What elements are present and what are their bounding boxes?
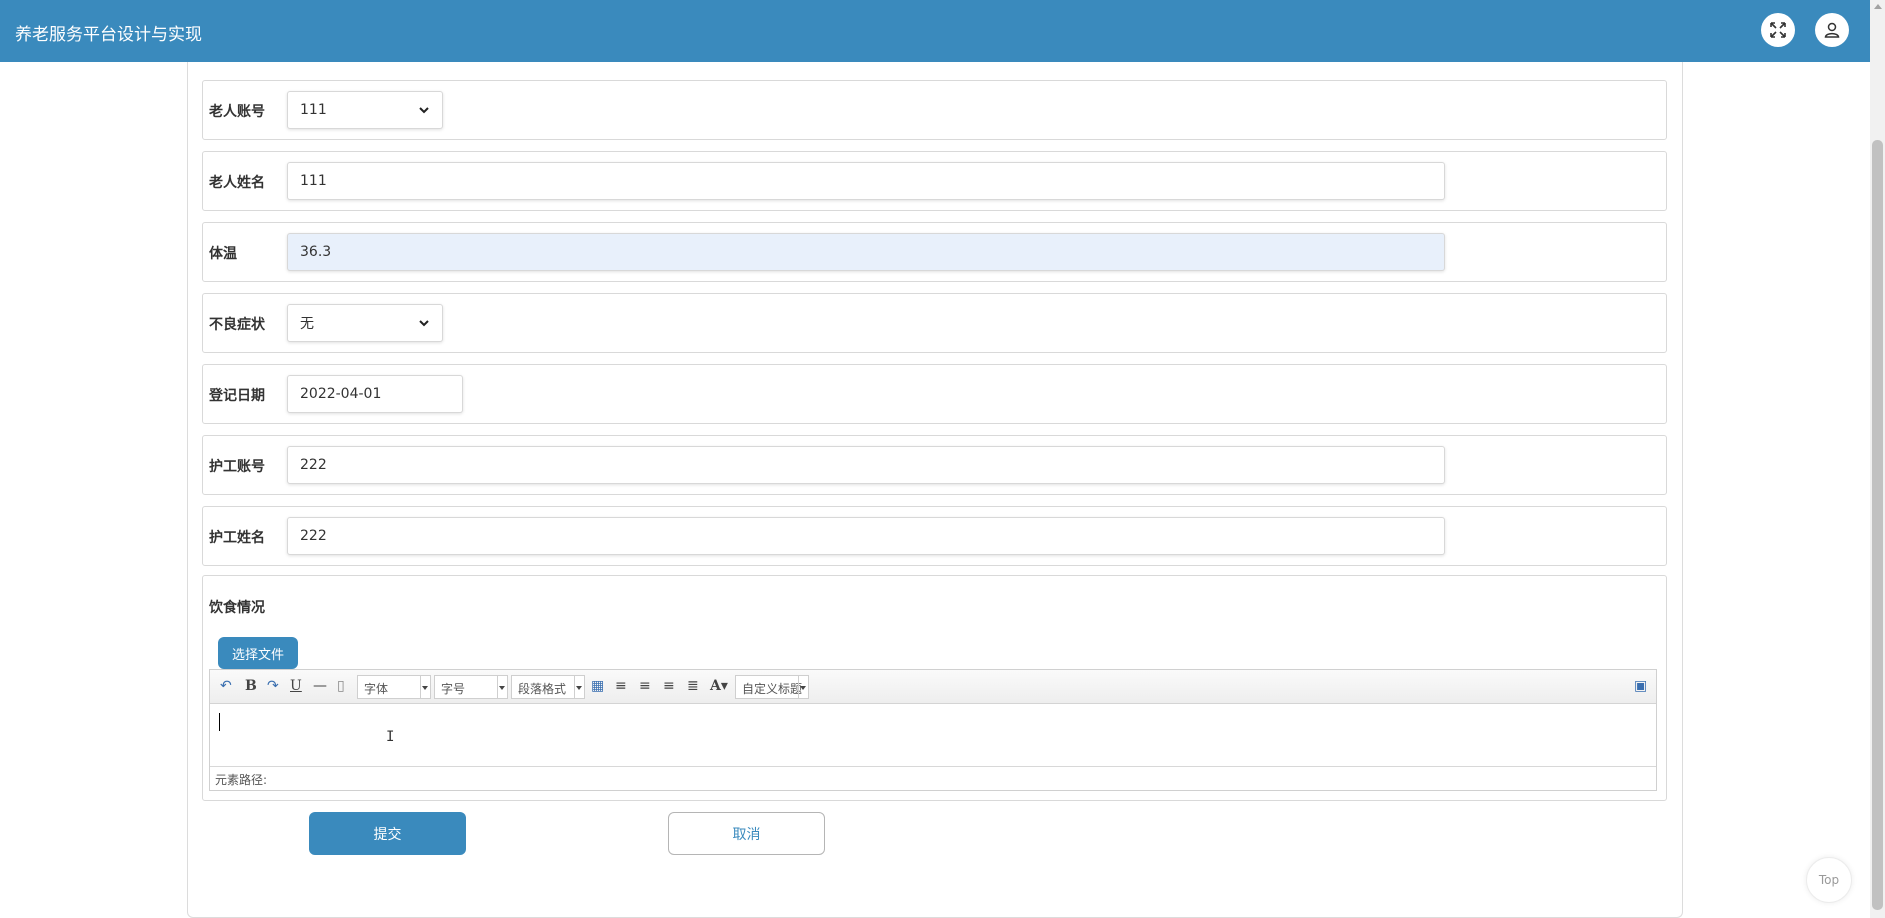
scroll-thumb[interactable]	[1872, 140, 1883, 910]
user-icon[interactable]	[1815, 13, 1849, 47]
font-family-label: 字体	[364, 682, 389, 696]
choose-file-button[interactable]: 选择文件	[218, 637, 298, 669]
elder-account-value: 111	[300, 102, 327, 118]
caregiver-name-input[interactable]: 222	[287, 517, 1445, 555]
editor-content-area[interactable]: I	[210, 704, 1656, 766]
underline-icon[interactable]: U	[290, 678, 302, 694]
caregiver-account-input[interactable]: 222	[287, 446, 1445, 484]
row-caregiver-name: 护工姓名 222	[202, 506, 1667, 566]
register-date-input[interactable]: 2022-04-01	[287, 375, 463, 413]
paragraph-format-label: 段落格式	[518, 682, 567, 696]
symptoms-select[interactable]: 无	[287, 304, 443, 342]
elder-account-label: 老人账号	[209, 104, 265, 120]
paragraph-format-dropdown[interactable]: 段落格式	[511, 675, 585, 699]
back-to-top-button[interactable]: Top	[1806, 857, 1852, 903]
caregiver-name-value: 222	[300, 528, 327, 544]
caregiver-name-label: 护工姓名	[209, 530, 265, 546]
editor-element-path: 元素路径:	[210, 766, 1656, 790]
font-family-dropdown[interactable]: 字体	[357, 675, 431, 699]
header-bar: 养老服务平台设计与实现	[0, 0, 1870, 62]
page-scrollbar[interactable]	[1870, 0, 1885, 918]
align-center-icon[interactable]: ≡	[663, 678, 675, 694]
new-document-icon[interactable]: ▯	[337, 678, 345, 694]
chevron-down-icon	[419, 320, 429, 327]
symptoms-label: 不良症状	[209, 317, 265, 333]
elder-name-label: 老人姓名	[209, 175, 265, 191]
scroll-up-arrow-icon[interactable]	[1874, 4, 1882, 9]
source-view-icon[interactable]: ▣	[1634, 678, 1647, 694]
custom-title-dropdown[interactable]: 自定义标题	[735, 675, 809, 699]
row-symptoms: 不良症状 无	[202, 293, 1667, 353]
align-justify-icon[interactable]: ≣	[687, 678, 699, 694]
editor-toolbar: ↶ B ↷ U — ▯ 字体 字号 段落格式 ▦ ≡ ≡ ≡ ≣ A▾ 自定义标…	[210, 670, 1656, 704]
app-title: 养老服务平台设计与实现	[15, 25, 202, 45]
bold-icon[interactable]: B	[245, 678, 257, 694]
redo-icon[interactable]: ↷	[267, 678, 279, 694]
elder-name-value: 111	[300, 173, 327, 189]
row-diet: 饮食情况 选择文件 ↶ B ↷ U — ▯ 字体 字号 段落格式 ▦ ≡ ≡ ≡…	[202, 575, 1667, 801]
symptoms-value: 无	[300, 316, 314, 332]
diet-label: 饮食情况	[209, 600, 265, 616]
font-size-dropdown[interactable]: 字号	[434, 675, 508, 699]
chevron-down-icon	[419, 107, 429, 114]
row-register-date: 登记日期 2022-04-01	[202, 364, 1667, 424]
row-caregiver-account: 护工账号 222	[202, 435, 1667, 495]
submit-button[interactable]: 提交	[309, 812, 466, 855]
custom-title-label: 自定义标题	[742, 682, 803, 696]
horizontal-rule-icon[interactable]: —	[313, 678, 327, 694]
table-icon[interactable]: ▦	[591, 678, 604, 694]
temperature-label: 体温	[209, 246, 237, 262]
align-right-icon[interactable]: ≡	[639, 678, 651, 694]
expand-icon[interactable]	[1761, 13, 1795, 47]
row-elder-name: 老人姓名 111	[202, 151, 1667, 211]
font-color-icon[interactable]: A▾	[710, 678, 728, 694]
mouse-ibeam-icon: I	[386, 729, 395, 745]
temperature-input[interactable]: 36.3	[287, 233, 1445, 271]
temperature-value: 36.3	[300, 244, 332, 260]
row-temperature: 体温 36.3	[202, 222, 1667, 282]
text-caret	[219, 713, 220, 731]
rich-text-editor: ↶ B ↷ U — ▯ 字体 字号 段落格式 ▦ ≡ ≡ ≡ ≣ A▾ 自定义标…	[209, 669, 1657, 791]
elder-name-input[interactable]: 111	[287, 162, 1445, 200]
undo-icon[interactable]: ↶	[220, 678, 232, 694]
register-date-value: 2022-04-01	[300, 386, 382, 402]
caregiver-account-value: 222	[300, 457, 327, 473]
cancel-button[interactable]: 取消	[668, 812, 825, 855]
row-elder-account: 老人账号 111	[202, 80, 1667, 140]
register-date-label: 登记日期	[209, 388, 265, 404]
caregiver-account-label: 护工账号	[209, 459, 265, 475]
align-left-icon[interactable]: ≡	[615, 678, 627, 694]
font-size-label: 字号	[441, 682, 466, 696]
elder-account-select[interactable]: 111	[287, 91, 443, 129]
